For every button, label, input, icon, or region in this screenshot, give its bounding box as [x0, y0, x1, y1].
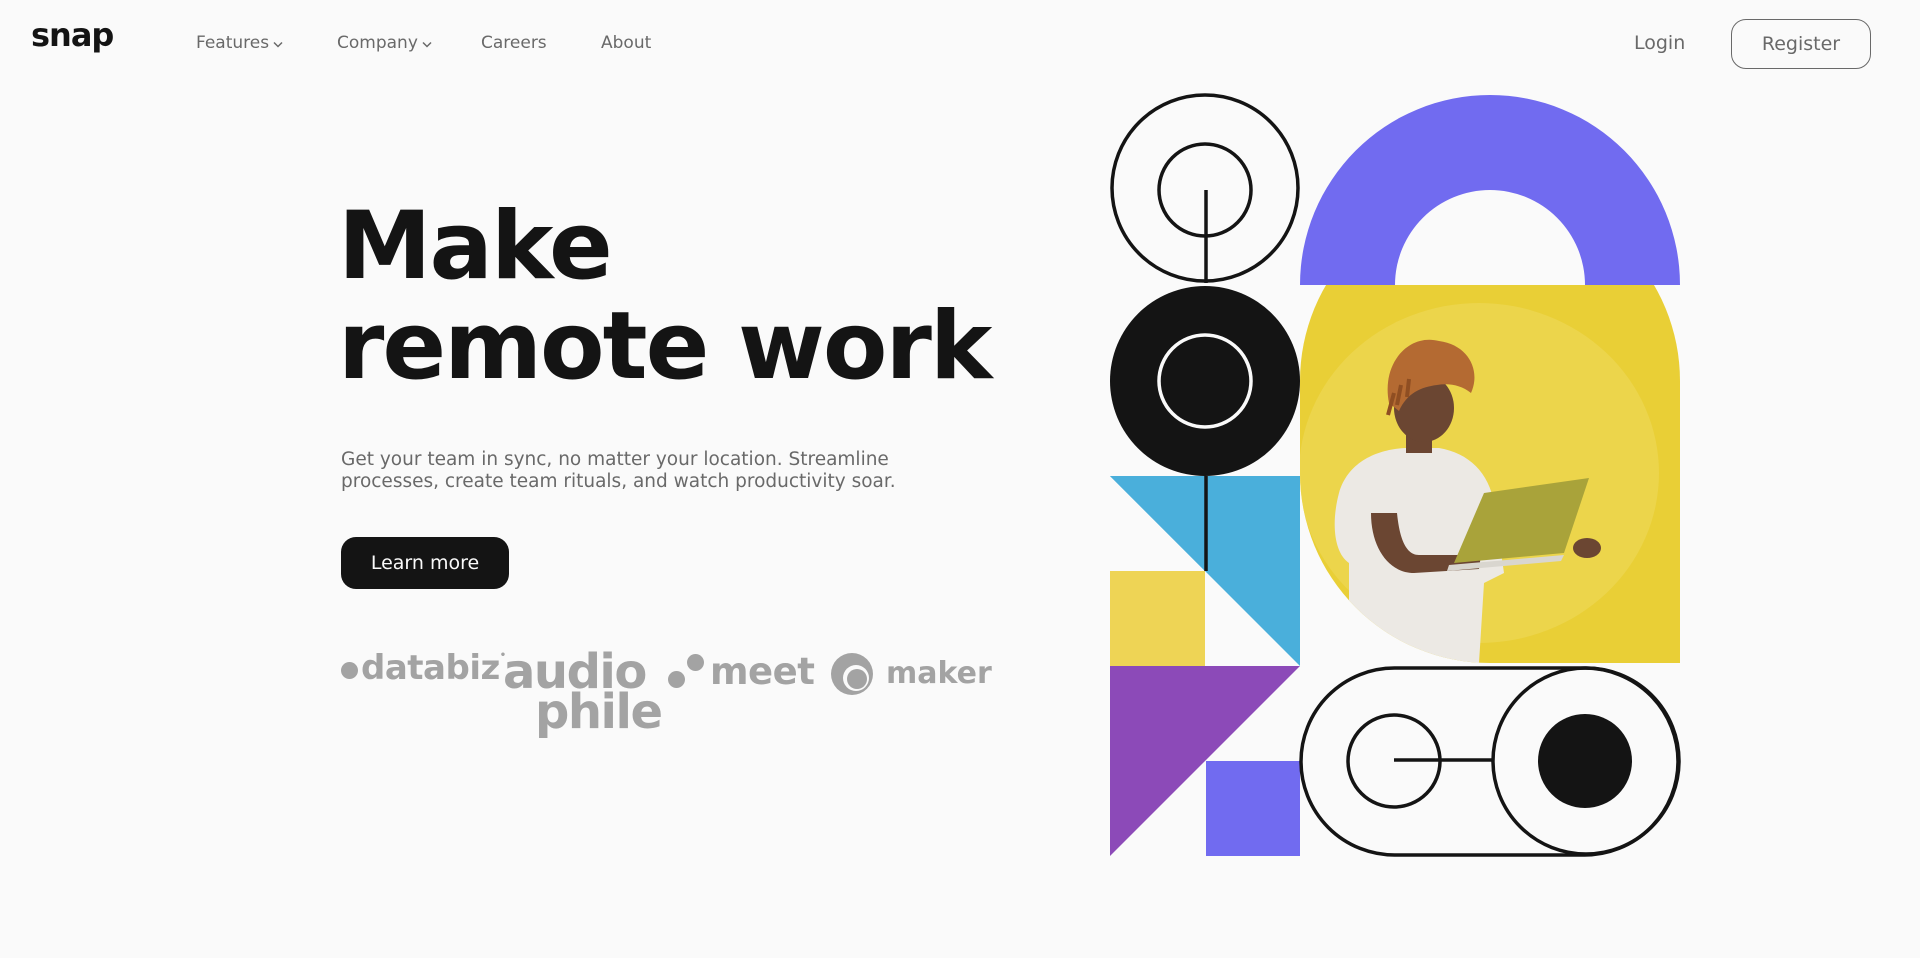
- pill-shape: [1299, 666, 1681, 857]
- hero-headline-line-1: Make: [338, 192, 613, 301]
- nav-item-company[interactable]: Company: [337, 33, 432, 53]
- purple-square-shape: [1206, 761, 1300, 856]
- hero-headline: Make remote work: [338, 192, 992, 401]
- meet-wordmark: meet: [710, 650, 815, 693]
- meet-dots-icon: [668, 653, 706, 690]
- client-logo-audiophile: audio phile: [503, 648, 663, 736]
- purple-arch-shape: [1300, 95, 1680, 285]
- nav-item-features[interactable]: Features: [196, 33, 283, 53]
- nav-item-about-label: About: [601, 33, 652, 53]
- nav-item-features-label: Features: [196, 33, 270, 53]
- register-button[interactable]: Register: [1731, 19, 1871, 69]
- client-logo-meet: meet: [668, 650, 815, 693]
- chevron-down-icon: [422, 33, 432, 53]
- nav-item-about[interactable]: About: [601, 33, 651, 53]
- client-logo-maker: maker: [830, 652, 992, 696]
- nav-item-careers-label: Careers: [481, 33, 547, 53]
- databiz-wordmark: databiz: [361, 648, 500, 688]
- landing-page: snap Features Company Careers About Logi…: [0, 0, 1920, 958]
- hero-subtext: Get your team in sync, no matter your lo…: [341, 449, 896, 492]
- hero-headline-line-2: remote work: [338, 292, 992, 401]
- login-link[interactable]: Login: [1634, 32, 1685, 54]
- maker-circle-icon: [830, 652, 874, 696]
- learn-more-button[interactable]: Learn more: [341, 537, 509, 589]
- black-circle-shape: [1110, 286, 1300, 476]
- person-photo: [1300, 285, 1680, 663]
- yellow-square-shape: [1110, 571, 1205, 666]
- ring-shape: [1110, 93, 1300, 283]
- snap-logo[interactable]: snap: [31, 19, 114, 51]
- blue-triangle-small-shape: [1110, 476, 1205, 571]
- databiz-dot-icon: [341, 662, 358, 679]
- client-logo-databiz: databiz•: [341, 651, 506, 685]
- nav-item-careers[interactable]: Careers: [481, 33, 547, 53]
- maker-wordmark: maker: [886, 656, 992, 691]
- nav-item-company-label: Company: [337, 33, 418, 53]
- hero-illustration: [1110, 93, 1681, 857]
- chevron-down-icon: [273, 33, 283, 53]
